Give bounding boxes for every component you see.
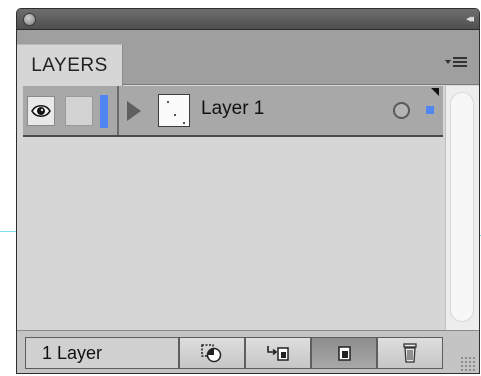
- layers-list: Layer 1: [23, 86, 443, 330]
- layer-thumbnail: [158, 94, 190, 127]
- circle-close-icon[interactable]: [23, 13, 36, 26]
- expand-triangle-icon[interactable]: [127, 101, 141, 121]
- make-clipping-mask-icon: [201, 344, 222, 363]
- tab-strip: LAYERS: [17, 30, 479, 86]
- resize-grip-icon[interactable]: [460, 356, 476, 372]
- layer-count: 1 Layer: [25, 337, 179, 369]
- panel-titlebar[interactable]: ◂◂: [17, 9, 479, 30]
- create-sublayer-button[interactable]: [245, 337, 311, 369]
- layers-panel: ◂◂ LAYERS Layer 1 1 Layer: [16, 8, 480, 374]
- layer-color-indicator: [100, 95, 108, 128]
- selection-indicator[interactable]: [426, 106, 434, 114]
- target-circle-icon[interactable]: [393, 102, 410, 119]
- panel-footer: 1 Layer: [17, 330, 479, 373]
- tab-layers[interactable]: LAYERS: [17, 44, 123, 86]
- make-clipping-mask-button[interactable]: [179, 337, 245, 369]
- delete-layer-button[interactable]: [377, 337, 443, 369]
- lock-toggle[interactable]: [65, 96, 93, 126]
- vertical-scrollbar[interactable]: [445, 86, 479, 330]
- scroll-thumb[interactable]: [450, 92, 474, 322]
- create-sublayer-icon: [267, 346, 289, 361]
- row-divider: [117, 86, 119, 135]
- current-layer-marker: [431, 88, 439, 96]
- create-new-layer-button[interactable]: [311, 337, 377, 369]
- layer-name[interactable]: Layer 1: [201, 98, 264, 120]
- create-new-layer-icon: [338, 346, 351, 361]
- panel-menu-icon[interactable]: [445, 54, 469, 70]
- delete-layer-icon: [403, 343, 417, 363]
- double-chevron-left-icon[interactable]: ◂◂: [466, 12, 474, 25]
- eye-icon[interactable]: [27, 96, 55, 126]
- layer-row[interactable]: Layer 1: [23, 86, 443, 137]
